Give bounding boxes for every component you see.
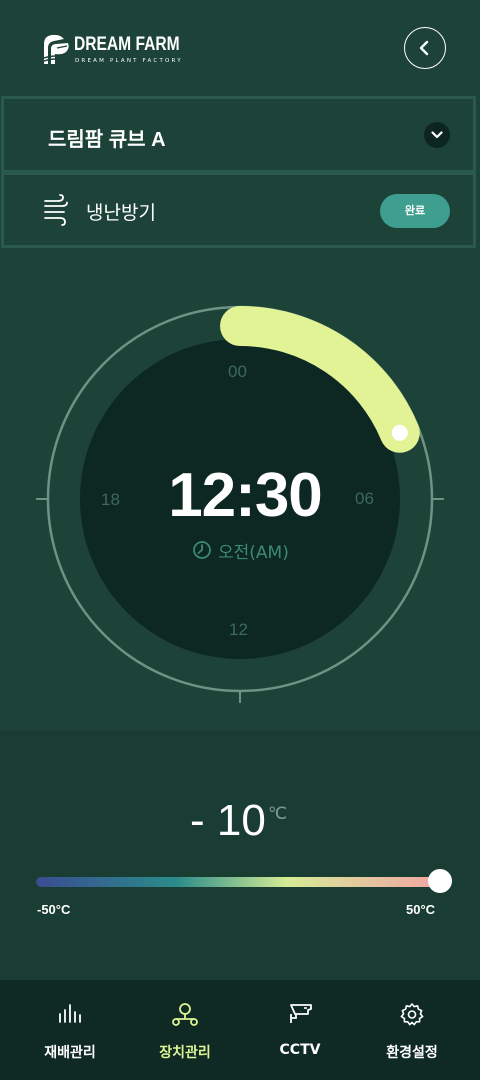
- time-period-label: 오전(AM): [218, 543, 289, 563]
- farm-name: 드림팜 큐브 A: [48, 129, 166, 151]
- wind-icon: [44, 194, 68, 226]
- slider-min-label: -50°C: [37, 902, 71, 917]
- temperature-slider-thumb[interactable]: [428, 869, 452, 893]
- logo-subtitle: DREAM PLANT FACTORY: [75, 58, 183, 64]
- slider-max-label: 50°C: [406, 902, 436, 917]
- logo-leaf-icon: [43, 34, 71, 64]
- temperature-panel: - 10 ℃ -50°C 50°C: [0, 730, 480, 980]
- hour-label-18: 18: [101, 490, 120, 509]
- nav-device[interactable]: 장치관리: [125, 980, 245, 1080]
- app-header: DREAM FARM DREAM PLANT FACTORY: [0, 0, 480, 96]
- chevron-down-icon: [431, 131, 443, 139]
- device-name: 냉난방기: [86, 202, 156, 224]
- gear-icon: [400, 1003, 424, 1026]
- nav-label: 재배관리: [44, 1045, 96, 1061]
- hour-label-00: 00: [228, 362, 247, 381]
- nav-cultivation[interactable]: 재배관리: [10, 980, 130, 1080]
- nav-cctv[interactable]: CCTV: [240, 980, 360, 1080]
- logo-title: DREAM FARM: [74, 34, 180, 55]
- cctv-camera-icon: [290, 1004, 312, 1023]
- network-icon: [172, 1003, 198, 1026]
- done-button[interactable]: 완료: [380, 194, 450, 228]
- selected-time: 12:30: [168, 461, 323, 530]
- device-row: 냉난방기 완료: [1, 172, 476, 248]
- hour-label-12: 12: [229, 620, 248, 639]
- clock-icon: [193, 541, 211, 559]
- hour-label-06: 06: [355, 489, 374, 508]
- farm-selector[interactable]: 드림팜 큐브 A: [1, 96, 476, 173]
- temperature-unit: ℃: [268, 804, 288, 823]
- bar-chart-icon: [59, 1004, 81, 1023]
- nav-label: 장치관리: [159, 1045, 211, 1061]
- chevron-left-icon: [419, 40, 429, 56]
- bottom-nav: 재배관리 장치관리 CCTV 환경설정: [0, 980, 480, 1080]
- timer-dial-area: 00 06 12 18 12:30 오전(AM): [0, 248, 480, 730]
- arc-end-handle: [391, 424, 408, 441]
- nav-settings[interactable]: 환경설정: [352, 980, 472, 1080]
- dream-farm-logo: DREAM FARM DREAM PLANT FACTORY: [42, 32, 181, 68]
- back-button[interactable]: [404, 27, 446, 69]
- nav-label: CCTV: [279, 1042, 321, 1058]
- temperature-slider[interactable]: [36, 877, 440, 887]
- temperature-value: - 10: [190, 796, 266, 845]
- farm-dropdown-button[interactable]: [424, 122, 450, 148]
- nav-label: 환경설정: [386, 1045, 438, 1061]
